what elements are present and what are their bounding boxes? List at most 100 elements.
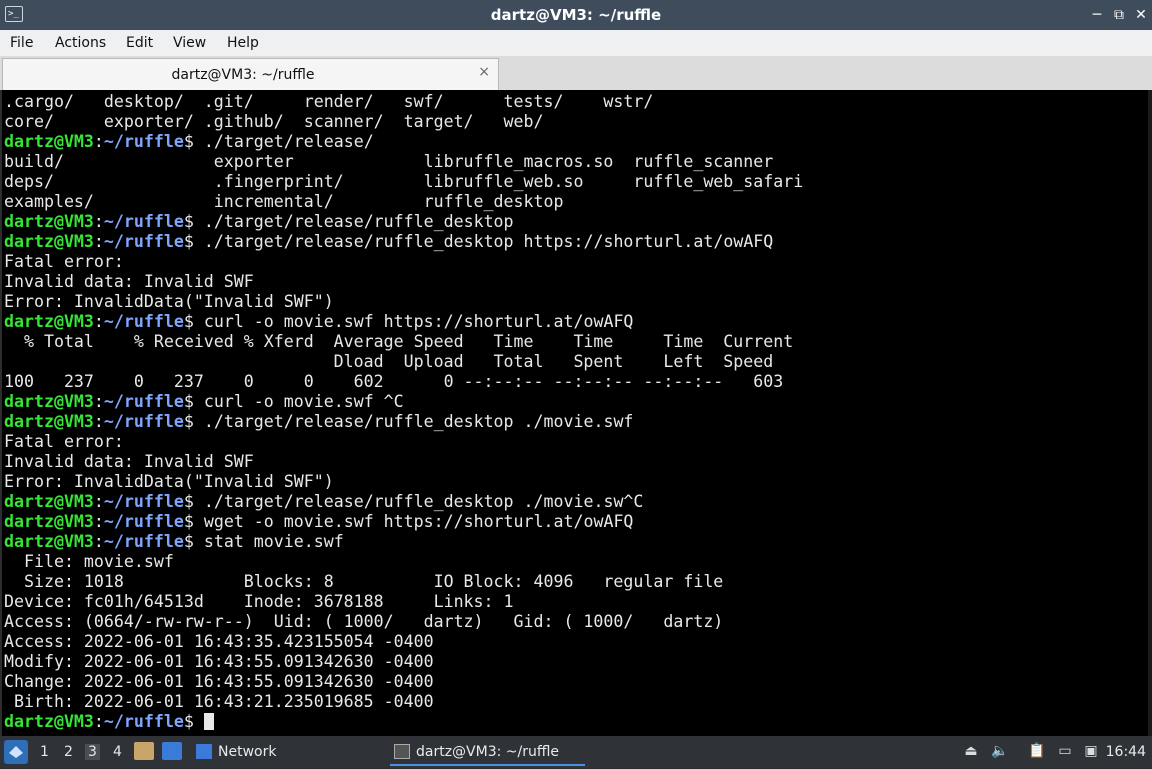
- output-line: Size: 1018 Blocks: 8 IO Block: 4096 regu…: [4, 572, 724, 591]
- prompt-separator: :: [93, 212, 104, 231]
- prompt-user: dartz@VM3: [4, 132, 94, 151]
- terminal-icon: [394, 744, 410, 759]
- prompt-separator: :: [93, 392, 104, 411]
- prompt-path: ~/ruffle: [103, 132, 184, 151]
- output-line: Dload Upload Total Spent Left Speed: [4, 352, 774, 371]
- prompt-line: dartz@VM3:~/ruffle$ stat movie.swf: [4, 532, 803, 552]
- task-terminal[interactable]: dartz@VM3: ~/ruffle: [390, 738, 585, 766]
- prompt-line: dartz@VM3:~/ruffle$ ./target/release/ruf…: [4, 492, 803, 512]
- clock: 16:44: [1105, 744, 1146, 760]
- screen-icon[interactable]: ▣: [1082, 742, 1100, 760]
- output-line: 100 237 0 237 0 0 602 0 --:--:-- --:--:-…: [4, 372, 784, 391]
- prompt-line: dartz@VM3:~/ruffle$ curl -o movie.swf ht…: [4, 312, 803, 332]
- prompt-line: dartz@VM3:~/ruffle$ ./target/release/ruf…: [4, 232, 803, 252]
- prompt-path: ~/ruffle: [103, 312, 184, 331]
- output-line: Error: InvalidData("Invalid SWF"): [4, 292, 334, 311]
- output-line: Change: 2022-06-01 16:43:55.091342630 -0…: [4, 672, 434, 691]
- start-menu-button[interactable]: [4, 740, 28, 764]
- command-text: wget -o movie.swf https://shorturl.at/ow…: [203, 512, 634, 531]
- command-text: ./target/release/ruffle_desktop ./movie.…: [203, 492, 644, 511]
- prompt-path: ~/ruffle: [103, 412, 184, 431]
- prompt-separator: :: [93, 232, 104, 251]
- workspace-1[interactable]: 1: [40, 744, 49, 760]
- eject-icon[interactable]: ⏏: [962, 742, 980, 760]
- output-line: Modify: 2022-06-01 16:43:55.091342630 -0…: [4, 652, 434, 671]
- maximize-button[interactable]: ⧉: [1110, 6, 1128, 24]
- close-window-button[interactable]: ✕: [1132, 6, 1150, 24]
- prompt-symbol: $: [183, 232, 204, 251]
- task-network[interactable]: Network: [192, 738, 372, 766]
- output-line: Device: fc01h/64513d Inode: 3678188 Link…: [4, 592, 514, 611]
- window-titlebar: >_ dartz@VM3: ~/ruffle ─ ⧉ ✕: [0, 0, 1152, 30]
- folder-icon: [196, 744, 212, 759]
- prompt-separator: :: [93, 712, 104, 731]
- menu-bar: File Actions Edit View Help: [0, 30, 1152, 56]
- task-terminal-label: dartz@VM3: ~/ruffle: [416, 744, 560, 760]
- prompt-user: dartz@VM3: [4, 532, 94, 551]
- prompt-separator: :: [93, 512, 104, 531]
- prompt-separator: :: [93, 312, 104, 331]
- file-manager-icon[interactable]: [134, 742, 154, 760]
- prompt-symbol: $: [183, 712, 204, 731]
- menu-file[interactable]: File: [10, 35, 33, 51]
- prompt-path: ~/ruffle: [103, 532, 184, 551]
- tab-bar: dartz@VM3: ~/ruffle ×: [0, 56, 1152, 90]
- output-line: deps/ .fingerprint/ libruffle_web.so ruf…: [4, 172, 804, 191]
- prompt-user: dartz@VM3: [4, 232, 94, 251]
- minimize-button[interactable]: ─: [1088, 6, 1106, 24]
- output-line: Invalid data: Invalid SWF: [4, 272, 254, 291]
- prompt-line: dartz@VM3:~/ruffle$ curl -o movie.swf ^C: [4, 392, 803, 412]
- command-text: curl -o movie.swf ^C: [203, 392, 404, 411]
- terminal-output[interactable]: .cargo/ desktop/ .git/ render/ swf/ test…: [0, 90, 1152, 736]
- workspace-2[interactable]: 2: [64, 744, 73, 760]
- window-title: dartz@VM3: ~/ruffle: [490, 6, 662, 24]
- tab-label: dartz@VM3: ~/ruffle: [171, 67, 315, 83]
- prompt-line: dartz@VM3:~/ruffle$ wget -o movie.swf ht…: [4, 512, 803, 532]
- prompt-symbol: $: [183, 512, 204, 531]
- clipboard-icon[interactable]: 📋: [1028, 742, 1046, 760]
- network-icon[interactable]: ▭: [1056, 742, 1074, 760]
- prompt-line: dartz@VM3:~/ruffle$ ./target/release/ruf…: [4, 412, 803, 432]
- tab-close-icon[interactable]: ×: [478, 64, 490, 80]
- command-text: ./target/release/: [203, 132, 374, 151]
- output-line: File: movie.swf: [4, 552, 174, 571]
- menu-actions[interactable]: Actions: [55, 35, 106, 51]
- prompt-symbol: $: [183, 412, 204, 431]
- prompt-symbol: $: [183, 532, 204, 551]
- prompt-user: dartz@VM3: [4, 212, 94, 231]
- output-line: Access: 2022-06-01 16:43:35.423155054 -0…: [4, 632, 434, 651]
- output-line: Fatal error:: [4, 432, 124, 451]
- terminal-tab[interactable]: dartz@VM3: ~/ruffle ×: [2, 58, 499, 90]
- menu-edit[interactable]: Edit: [126, 35, 153, 51]
- prompt-path: ~/ruffle: [103, 512, 184, 531]
- prompt-path: ~/ruffle: [103, 212, 184, 231]
- output-line: Error: InvalidData("Invalid SWF"): [4, 472, 334, 491]
- prompt-symbol: $: [183, 312, 204, 331]
- prompt-line: dartz@VM3:~/ruffle$ ./target/release/ruf…: [4, 212, 803, 232]
- output-line: examples/ incremental/ ruffle_desktop: [4, 192, 564, 211]
- output-line: build/ exporter libruffle_macros.so ruff…: [4, 152, 774, 171]
- menu-view[interactable]: View: [173, 35, 206, 51]
- output-line: Invalid data: Invalid SWF: [4, 452, 254, 471]
- output-line: core/ exporter/ .github/ scanner/ target…: [4, 112, 544, 131]
- output-line: .cargo/ desktop/ .git/ render/ swf/ test…: [4, 92, 654, 111]
- terminal-scrollbar[interactable]: [1148, 90, 1152, 736]
- workspace-3[interactable]: 3: [85, 744, 100, 760]
- command-text: ./target/release/ruffle_desktop: [203, 212, 514, 231]
- prompt-symbol: $: [183, 492, 204, 511]
- output-line: Fatal error:: [4, 252, 124, 271]
- prompt-path: ~/ruffle: [103, 492, 184, 511]
- taskbar: 1 2 3 4 Network dartz@VM3: ~/ruffle ⏏ 🔈 …: [0, 736, 1152, 768]
- prompt-line: dartz@VM3:~/ruffle$: [4, 712, 803, 732]
- prompt-user: dartz@VM3: [4, 392, 94, 411]
- menu-help[interactable]: Help: [227, 35, 259, 51]
- desktop-icon[interactable]: [162, 742, 182, 760]
- output-line: Birth: 2022-06-01 16:43:21.235019685 -04…: [4, 692, 434, 711]
- prompt-separator: :: [93, 412, 104, 431]
- volume-icon[interactable]: 🔈: [991, 742, 1009, 760]
- workspace-4[interactable]: 4: [113, 744, 122, 760]
- prompt-symbol: $: [183, 132, 204, 151]
- prompt-path: ~/ruffle: [103, 392, 184, 411]
- prompt-separator: :: [93, 492, 104, 511]
- command-text: curl -o movie.swf https://shorturl.at/ow…: [203, 312, 634, 331]
